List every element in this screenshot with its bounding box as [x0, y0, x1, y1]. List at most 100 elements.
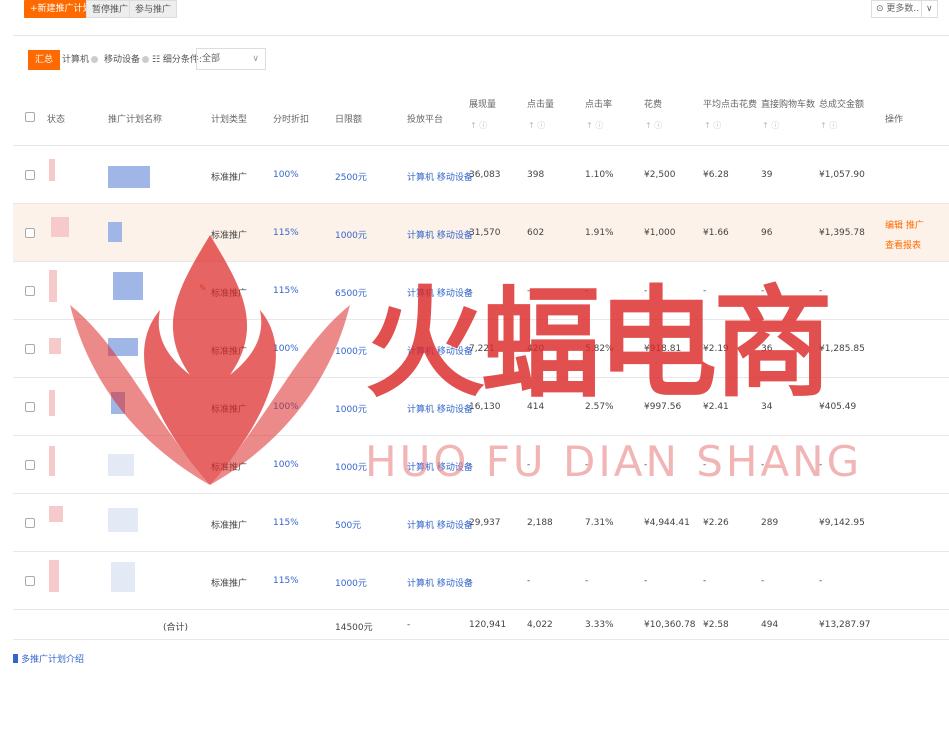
edit-pencil-icon[interactable]: ✎ — [199, 284, 207, 294]
cell-cost: ¥997.56 — [644, 402, 682, 412]
row-checkbox[interactable] — [25, 518, 35, 528]
cell-discount[interactable]: 100% — [273, 170, 299, 180]
cell-discount[interactable]: 115% — [273, 286, 299, 296]
cell-cpc: ¥2.41 — [703, 402, 729, 412]
cell-cost: - — [644, 286, 648, 296]
view-report-link[interactable]: 查看报表 — [885, 238, 921, 251]
redacted-content — [49, 159, 55, 181]
cell-discount[interactable]: 115% — [273, 518, 299, 528]
redacted-content — [108, 454, 134, 476]
cell-clicks: - — [527, 286, 531, 296]
cell-budget[interactable]: 1000元 — [335, 402, 367, 415]
header-impressions[interactable]: 展现量 — [469, 97, 496, 110]
sort-icon[interactable]: ↑ ⓘ — [470, 120, 487, 131]
plan-intro-link[interactable]: 多推广计划介绍 — [13, 652, 84, 665]
header-discount: 分时折扣 — [273, 115, 310, 125]
table-row[interactable]: 标准推广 100% 1000元 计算机 移动设备 - - - - - - - — [13, 436, 949, 494]
redacted-content — [113, 272, 143, 300]
row-checkbox[interactable] — [25, 170, 35, 180]
table-row[interactable]: 标准推广 115% 1000元 计算机 移动设备 31,570 602 1.91% ¥1,00… — [13, 204, 949, 262]
cell-platform[interactable]: 计算机 移动设备 — [407, 518, 473, 531]
table-row[interactable]: 标准推广 115% 1000元 计算机 移动设备 - - - - - - - — [13, 552, 949, 610]
cell-ctr: - — [585, 460, 589, 470]
cell-budget[interactable]: 6500元 — [335, 286, 367, 299]
cell-cpc: - — [703, 286, 707, 296]
sort-icon[interactable]: ↑ ⓘ — [586, 120, 603, 131]
cell-platform[interactable]: 计算机 移动设备 — [407, 460, 473, 473]
header-name: 推广计划名称 — [108, 115, 163, 125]
cell-budget[interactable]: 500元 — [335, 518, 361, 531]
redacted-content — [108, 166, 150, 188]
table-header: 状态 推广计划名称 计划类型 分时折扣 日限额 投放平台 展现量 ↑ ⓘ 点击量… — [13, 88, 949, 146]
cell-platform[interactable]: 计算机 移动设备 — [407, 170, 473, 183]
cell-budget[interactable]: 1000元 — [335, 576, 367, 589]
cell-cost: ¥1,000 — [644, 228, 676, 238]
join-promotion-button[interactable]: 参与推广 — [129, 0, 178, 18]
more-dropdown-button[interactable]: ∨ — [921, 0, 938, 18]
tab-mobile[interactable]: 移动设备 — [100, 50, 153, 70]
select-all-checkbox[interactable] — [25, 112, 35, 122]
cell-platform[interactable]: 计算机 移动设备 — [407, 228, 473, 241]
cell-type: 标准推广 — [211, 521, 248, 531]
chevron-down-icon: ∨ — [252, 54, 259, 64]
row-checkbox[interactable] — [25, 460, 35, 470]
segment-select[interactable]: 全部 ∨ — [196, 48, 266, 70]
cell-type: 标准推广 — [211, 173, 248, 183]
cell-gmv: - — [819, 460, 823, 470]
row-checkbox[interactable] — [25, 576, 35, 586]
redacted-content — [49, 446, 55, 476]
cell-discount[interactable]: 100% — [273, 344, 299, 354]
table-row[interactable]: 标准推广 100% 1000元 计算机 移动设备 7,221 420 5.82% ¥918.8… — [13, 320, 949, 378]
header-cart[interactable]: 直接购物车数 — [761, 97, 815, 110]
cell-discount[interactable]: 100% — [273, 460, 299, 470]
table-row[interactable]: 标准推广 100% 1000元 计算机 移动设备 16,130 414 2.57% ¥997.… — [13, 378, 949, 436]
row-checkbox[interactable] — [25, 286, 35, 296]
row-checkbox[interactable] — [25, 344, 35, 354]
cell-type: 标准推广 — [211, 405, 248, 415]
row-checkbox[interactable] — [25, 402, 35, 412]
more-data-button[interactable]: ⊙ 更多数.. — [871, 0, 925, 18]
cell-gmv: - — [819, 576, 823, 586]
cell-budget[interactable]: 2500元 — [335, 170, 367, 183]
tab-computer[interactable]: 计算机 — [58, 50, 102, 70]
header-ctr[interactable]: 点击率 — [585, 97, 612, 110]
cell-gmv: ¥1,285.85 — [819, 344, 865, 354]
cell-discount[interactable]: 115% — [273, 228, 299, 238]
table-row[interactable]: ✎ 标准推广 115% 6500元 计算机 移动设备 - - - - - - - — [13, 262, 949, 320]
header-gmv[interactable]: 总成交金额 — [819, 97, 864, 110]
pause-button[interactable]: 暂停推广 — [86, 0, 135, 18]
sort-icon[interactable]: ↑ ⓘ — [704, 120, 721, 131]
redacted-content — [49, 338, 61, 354]
sort-icon[interactable]: ↑ ⓘ — [762, 120, 779, 131]
header-clicks[interactable]: 点击量 — [527, 97, 554, 110]
cell-platform[interactable]: 计算机 移动设备 — [407, 286, 473, 299]
cell-platform[interactable]: 计算机 移动设备 — [407, 344, 473, 357]
header-cpc[interactable]: 平均点击花费 — [703, 97, 757, 110]
cell-budget[interactable]: 1000元 — [335, 228, 367, 241]
table-row[interactable]: 标准推广 115% 500元 计算机 移动设备 29,937 2,188 7.31% ¥4,9… — [13, 494, 949, 552]
header-platform: 投放平台 — [407, 115, 444, 125]
cell-gmv: - — [819, 286, 823, 296]
tab-summary[interactable]: 汇总 — [28, 50, 61, 70]
cell-budget[interactable]: 1000元 — [335, 344, 367, 357]
cell-gmv: ¥9,142.95 — [819, 518, 865, 528]
total-budget: 14500元 — [335, 623, 373, 633]
cell-platform[interactable]: 计算机 移动设备 — [407, 402, 473, 415]
edit-promote-link[interactable]: 编辑 推广 — [885, 218, 924, 231]
segment-value: 全部 — [202, 54, 221, 64]
cell-type: 标准推广 — [211, 463, 248, 473]
redacted-content — [111, 392, 125, 414]
sort-icon[interactable]: ↑ ⓘ — [528, 120, 545, 131]
total-cpc: ¥2.58 — [703, 620, 729, 630]
sort-icon[interactable]: ↑ ⓘ — [820, 120, 837, 131]
header-cost[interactable]: 花费 — [644, 97, 662, 110]
cell-budget[interactable]: 1000元 — [335, 460, 367, 473]
table-row[interactable]: 标准推广 100% 2500元 计算机 移动设备 36,083 398 1.10% ¥2,50… — [13, 146, 949, 204]
cell-discount[interactable]: 115% — [273, 576, 299, 586]
cell-platform[interactable]: 计算机 移动设备 — [407, 576, 473, 589]
cell-clicks: 2,188 — [527, 518, 553, 528]
cell-discount[interactable]: 100% — [273, 402, 299, 412]
cell-clicks: 420 — [527, 344, 545, 354]
row-checkbox[interactable] — [25, 228, 35, 238]
sort-icon[interactable]: ↑ ⓘ — [645, 120, 662, 131]
